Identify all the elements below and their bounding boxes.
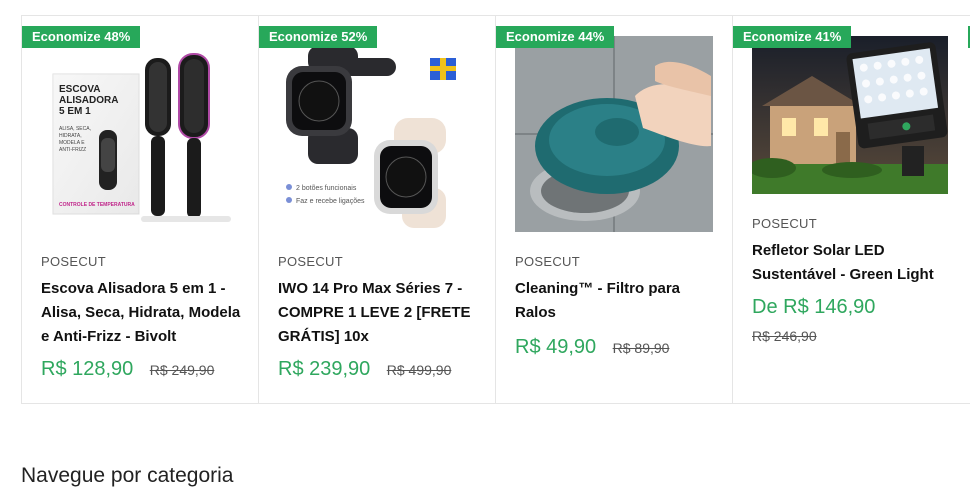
sale-price: R$ 239,90 — [278, 358, 371, 380]
box-feature-1: ALISA, SECA, — [59, 126, 91, 132]
hair-straightener-brush-image[interactable]: ESCOVA ALISADORA 5 EM 1 ALISA, SECA, HID… — [41, 38, 240, 234]
box-title-3: 5 EM 1 — [59, 106, 91, 117]
product-carousel: Economize 48% ESCOVA ALISADORA 5 EM 1 AL… — [21, 15, 970, 404]
price-row: R$ 239,90 R$ 499,90 — [278, 358, 451, 381]
discount-badge: Economize 41% — [733, 26, 852, 48]
box-feature-3: MODELA E — [59, 140, 85, 146]
sale-price: R$ 49,90 — [515, 336, 597, 358]
box-feature-4: ANTI-FRIZZ — [59, 147, 86, 153]
discount-badge: Economize 44% — [496, 26, 615, 48]
compare-price: R$ 89,90 — [612, 340, 670, 356]
discount-badge: Economize 48% — [22, 26, 141, 48]
box-feature-2: HIDRATA, — [59, 133, 82, 139]
product-title[interactable]: IWO 14 Pro Max Séries 7 - COMPRE 1 LEVE … — [278, 277, 483, 349]
sale-price: De R$ 146,90 — [752, 296, 876, 318]
product-card[interactable]: Economize 44% POSECUT Cleaning™ - Filtro… — [496, 16, 733, 403]
product-title[interactable]: Cleaning™ - Filtro para Ralos — [515, 277, 720, 325]
product-vendor: POSECUT — [278, 254, 343, 269]
compare-price: R$ 499,90 — [386, 362, 452, 378]
sale-price: R$ 128,90 — [41, 358, 134, 380]
compare-price: R$ 249,90 — [149, 362, 215, 378]
feature-buttons: 2 botões funcionais — [296, 185, 357, 192]
product-vendor: POSECUT — [752, 216, 817, 231]
section-title: Navegue por categoria — [21, 464, 234, 487]
feature-calls: Faz e recebe ligações — [296, 198, 365, 205]
price-row: R$ 49,90 R$ 89,90 — [515, 336, 669, 359]
product-title[interactable]: Refletor Solar LED Sustentável - Green L… — [752, 239, 957, 287]
price-row: De R$ 146,90 — [752, 296, 875, 319]
drain-filter-image[interactable] — [515, 36, 713, 232]
discount-badge: Economize 52% — [259, 26, 378, 48]
solar-led-light-image[interactable] — [752, 36, 948, 194]
box-title-2: ALISADORA — [59, 95, 118, 106]
box-title-1: ESCOVA — [59, 84, 101, 95]
product-card[interactable]: Economize 52% 2 botões funcionais Faz e … — [259, 16, 496, 403]
product-vendor: POSECUT — [41, 254, 106, 269]
product-card[interactable]: Economize 41% POSECUT Refletor Solar LED… — [733, 16, 970, 403]
price-row: R$ 128,90 R$ 249,90 — [41, 358, 214, 381]
smartwatch-pair-image[interactable]: 2 botões funcionais Faz e recebe ligaçõe… — [278, 38, 477, 234]
product-title[interactable]: Escova Alisadora 5 em 1 - Alisa, Seca, H… — [41, 277, 246, 349]
box-footer: CONTROLE DE TEMPERATURA — [59, 202, 135, 208]
product-vendor: POSECUT — [515, 254, 580, 269]
product-card[interactable]: Economize 48% ESCOVA ALISADORA 5 EM 1 AL… — [22, 16, 259, 403]
compare-price: R$ 246,90 — [752, 328, 817, 344]
